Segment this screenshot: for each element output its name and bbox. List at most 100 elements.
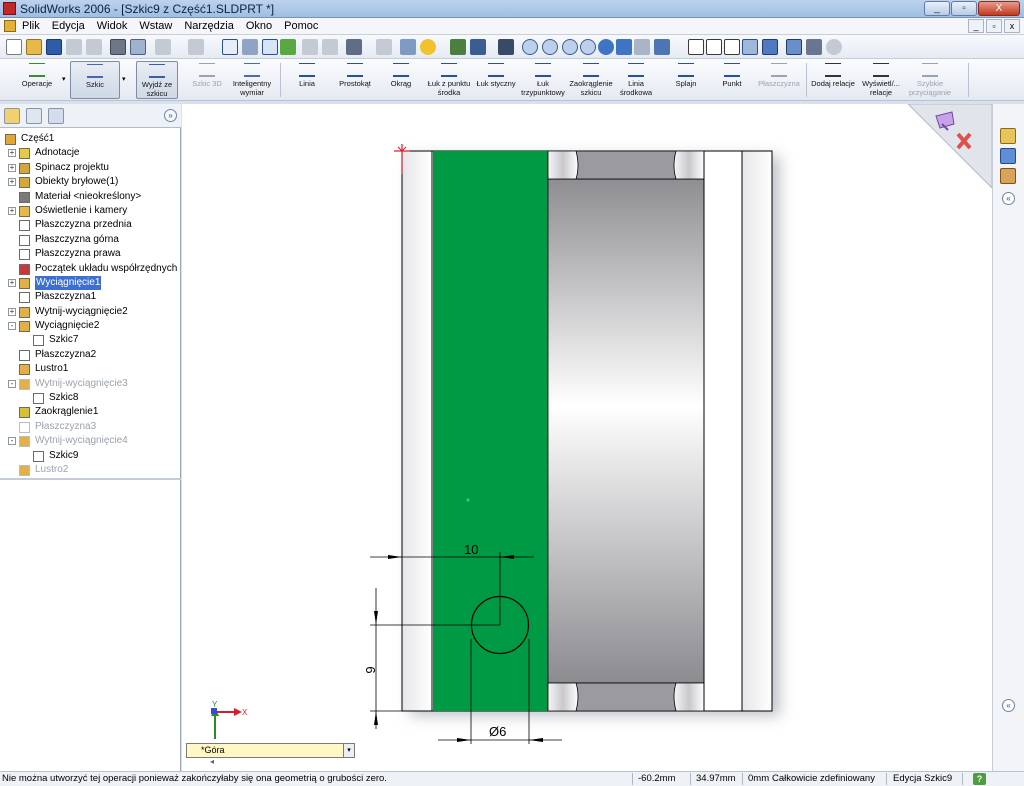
doc-close-button[interactable]: x bbox=[1004, 19, 1020, 33]
right-outer-face[interactable] bbox=[741, 150, 773, 712]
right-flange-face[interactable] bbox=[703, 150, 743, 712]
expand-icon[interactable]: + bbox=[8, 307, 16, 316]
quick-tips-help-button[interactable]: ? bbox=[973, 773, 986, 785]
print-preview-icon[interactable] bbox=[130, 39, 146, 55]
expand-icon[interactable]: + bbox=[8, 178, 16, 187]
menu-item-0[interactable]: Plik bbox=[22, 20, 40, 32]
feature-tree-item[interactable]: - Wytnij-wyciągnięcie4 bbox=[0, 434, 181, 448]
feature-tree-item[interactable]: + Oświetlenie i kamery bbox=[0, 204, 181, 218]
feature-tree-item[interactable]: Szkic7 bbox=[0, 333, 181, 347]
expand-icon[interactable]: + bbox=[8, 206, 16, 215]
cmd-centerpoint-arc-button[interactable]: Łuk z punktu środka bbox=[426, 61, 472, 99]
cmd-sketch-button[interactable]: Szkic bbox=[70, 61, 120, 99]
configuration-manager-tab-icon[interactable] bbox=[48, 108, 64, 124]
feature-tree-item[interactable]: Zaokrąglenie1 bbox=[0, 405, 181, 419]
cmd-exit-sketch-button[interactable]: Wyjdź ze szkicu bbox=[136, 61, 178, 99]
panel-splitter[interactable] bbox=[0, 478, 181, 480]
collapse-icon[interactable]: - bbox=[8, 322, 16, 331]
expand-icon[interactable]: + bbox=[8, 149, 16, 158]
feature-tree-item[interactable]: + Wytnij-wyciągnięcie2 bbox=[0, 305, 181, 319]
selected-face[interactable] bbox=[433, 151, 548, 711]
cmd-rectangle-button[interactable]: Prostokąt bbox=[334, 61, 376, 99]
chevron-down-icon[interactable]: ▾ bbox=[122, 63, 128, 97]
feature-tree-tab-icon[interactable] bbox=[4, 108, 20, 124]
menu-item-4[interactable]: Narzędzia bbox=[184, 20, 234, 32]
feature-tree-item[interactable]: Płaszczyzna2 bbox=[0, 348, 181, 362]
home-icon[interactable] bbox=[1000, 128, 1016, 144]
wireframe-icon[interactable] bbox=[688, 39, 704, 55]
section-view-icon[interactable] bbox=[806, 39, 822, 55]
feature-tree-item[interactable]: + Obiekty bryłowe(1) bbox=[0, 175, 181, 189]
hidden-lines-removed-icon[interactable] bbox=[724, 39, 740, 55]
cmd-smart-dimension-button[interactable]: Inteligentny wymiar bbox=[230, 61, 274, 99]
feature-tree-item[interactable]: Płaszczyzna1 bbox=[0, 290, 181, 304]
horizontal-dimension-value[interactable]: 10 bbox=[464, 542, 478, 557]
roll-view-icon[interactable] bbox=[634, 39, 650, 55]
select-cursor-icon[interactable] bbox=[222, 39, 238, 55]
cmd-three-point-arc-button[interactable]: Łuk trzypunktowy bbox=[520, 61, 566, 99]
expand-task-pane-icon[interactable]: « bbox=[1002, 192, 1015, 205]
standard-views-icon[interactable] bbox=[654, 39, 670, 55]
feature-tree-item[interactable]: Płaszczyzna górna bbox=[0, 233, 181, 247]
vertical-dimension-value[interactable]: 9 bbox=[363, 666, 378, 673]
collapse-icon[interactable]: - bbox=[8, 437, 16, 446]
print-icon[interactable] bbox=[110, 39, 126, 55]
design-library-icon[interactable] bbox=[1000, 148, 1016, 164]
diameter-dimension-value[interactable]: Ø6 bbox=[489, 724, 506, 739]
feature-tree-item[interactable]: + Adnotacje bbox=[0, 146, 181, 160]
doc-minimize-button[interactable]: _ bbox=[968, 19, 984, 33]
cmd-spline-button[interactable]: Splajn bbox=[664, 61, 708, 99]
rebuild-icon[interactable] bbox=[280, 39, 296, 55]
document-properties-icon[interactable] bbox=[400, 39, 416, 55]
collapse-panel-icon[interactable]: » bbox=[164, 109, 177, 122]
zoom-selection-icon[interactable] bbox=[580, 39, 596, 55]
view-orientation-select[interactable]: *Góra ▾ bbox=[186, 743, 355, 758]
document-icon[interactable] bbox=[4, 20, 16, 32]
file-explorer-icon[interactable] bbox=[1000, 168, 1016, 184]
new-document-icon[interactable] bbox=[6, 39, 22, 55]
bore-surface[interactable] bbox=[547, 178, 705, 684]
expand-task-pane-bottom-icon[interactable]: « bbox=[1002, 699, 1015, 712]
chevron-down-icon[interactable]: ▾ bbox=[343, 744, 354, 757]
cmd-tangent-arc-button[interactable]: Łuk styczny bbox=[476, 61, 516, 99]
feature-tree-item[interactable]: Początek układu współrzędnych bbox=[0, 262, 181, 276]
options-icon[interactable] bbox=[346, 39, 362, 55]
cmd-circle-button[interactable]: Okrąg bbox=[384, 61, 418, 99]
model-viewport[interactable]: 10 9 Ø6 X Y ◂ bbox=[182, 104, 992, 771]
select-other-icon[interactable] bbox=[242, 39, 258, 55]
expand-icon[interactable]: + bbox=[8, 163, 16, 172]
feature-tree-item[interactable]: Płaszczyzna prawa bbox=[0, 247, 181, 261]
feature-tree-item[interactable]: Lustro2 bbox=[0, 463, 181, 477]
cmd-point-button[interactable]: Punkt bbox=[712, 61, 752, 99]
pan-icon[interactable] bbox=[616, 39, 632, 55]
zoom-in-out-icon[interactable] bbox=[562, 39, 578, 55]
feature-tree-item[interactable]: Szkic8 bbox=[0, 391, 181, 405]
collapse-icon[interactable]: - bbox=[8, 379, 16, 388]
feature-tree-item[interactable]: Szkic9 bbox=[0, 449, 181, 463]
rotate-view-icon[interactable] bbox=[598, 39, 614, 55]
doc-restore-button[interactable]: ▫ bbox=[986, 19, 1002, 33]
sketch-relations-icon[interactable] bbox=[450, 39, 466, 55]
open-folder-icon[interactable] bbox=[26, 39, 42, 55]
feature-tree-item[interactable]: + Spinacz projektu bbox=[0, 161, 181, 175]
feature-tree-item[interactable]: Lustro1 bbox=[0, 362, 181, 376]
feature-tree-item[interactable]: - Wyciągnięcie2 bbox=[0, 319, 181, 333]
menu-item-3[interactable]: Wstaw bbox=[139, 20, 172, 32]
cmd-centerline-button[interactable]: Linia środkowa bbox=[616, 61, 656, 99]
chevron-down-icon[interactable]: ▾ bbox=[62, 63, 68, 97]
hidden-lines-visible-icon[interactable] bbox=[706, 39, 722, 55]
zoom-to-fit-icon[interactable] bbox=[522, 39, 538, 55]
help-icon[interactable] bbox=[420, 39, 436, 55]
feature-tree-item[interactable]: - Wytnij-wyciągnięcie3 bbox=[0, 377, 181, 391]
cmd-add-relation-button[interactable]: Dodaj relacje bbox=[808, 61, 858, 99]
sketch-toggle-icon[interactable] bbox=[262, 39, 278, 55]
menu-item-2[interactable]: Widok bbox=[97, 20, 128, 32]
feature-tree-item[interactable]: Płaszczyzna przednia bbox=[0, 218, 181, 232]
cmd-features-button[interactable]: Operacje bbox=[10, 61, 64, 99]
cmd-display-relations-button[interactable]: Wyświetl/... relacje bbox=[856, 61, 906, 99]
menu-item-6[interactable]: Pomoc bbox=[284, 20, 318, 32]
property-manager-tab-icon[interactable] bbox=[26, 108, 42, 124]
cmd-sketch-fillet-button[interactable]: Zaokrąglenie szkicu bbox=[568, 61, 614, 99]
cmd-line-button[interactable]: Linia bbox=[290, 61, 324, 99]
feature-tree-item[interactable]: Część1 bbox=[0, 132, 181, 146]
